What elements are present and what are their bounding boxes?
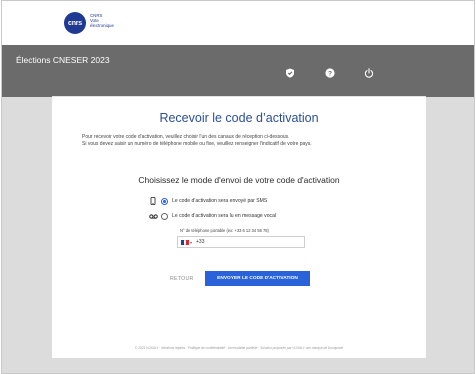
option-sms-label: Le code d'activation sera envoyé par SMS bbox=[172, 198, 268, 204]
voicemail-icon bbox=[148, 211, 158, 221]
intro-line-2: Si vous devez saisir un numéro de téléph… bbox=[82, 141, 312, 147]
card-title: Recevoir le code d’activation bbox=[159, 111, 319, 125]
radio-sms[interactable] bbox=[161, 197, 168, 205]
shield-check-icon[interactable] bbox=[284, 67, 296, 79]
phone-prefix-value: +33 bbox=[196, 239, 205, 245]
mobile-phone-icon bbox=[148, 196, 158, 206]
back-button[interactable]: RETOUR bbox=[170, 276, 194, 282]
logo-caption: CNRS Vote électronique bbox=[90, 13, 130, 28]
cnrs-logo: cnrs bbox=[64, 12, 86, 34]
help-icon[interactable]: ? bbox=[324, 67, 336, 79]
phone-field-label: N° de téléphone portable (ex: +33 6 12 3… bbox=[180, 228, 269, 233]
delivery-mode-title: Choisissez le mode d'envoi de votre code… bbox=[138, 175, 340, 185]
election-title: Élections CNESER 2023 bbox=[16, 55, 110, 65]
browser-frame: cnrs CNRS Vote électronique Élections CN… bbox=[1, 0, 475, 374]
logo-bar: cnrs CNRS Vote électronique bbox=[2, 1, 474, 45]
svg-text:?: ? bbox=[328, 70, 332, 77]
option-sms[interactable]: Le code d'activation sera envoyé par SMS bbox=[148, 196, 267, 206]
send-activation-code-button[interactable]: ENVOYER LE CODE D'ACTIVATION bbox=[205, 271, 310, 286]
france-flag-icon[interactable] bbox=[181, 239, 190, 245]
intro-line-1: Pour recevoir votre code d'activation, v… bbox=[82, 134, 290, 140]
option-voice[interactable]: Le code d'activation sera lu en message … bbox=[148, 211, 276, 221]
card-intro: Pour recevoir votre code d'activation, v… bbox=[82, 134, 412, 148]
power-icon[interactable] bbox=[363, 67, 375, 79]
footer-links: © 2023 VOXALY · Mentions légales · Polit… bbox=[134, 346, 344, 350]
radio-voice[interactable] bbox=[161, 212, 168, 220]
logo-line-3: électronique bbox=[90, 23, 114, 28]
country-dropdown-icon[interactable]: ▾ bbox=[190, 240, 192, 245]
header-band: Élections CNESER 2023 ? bbox=[2, 45, 474, 97]
option-voice-label: Le code d'activation sera lu en message … bbox=[172, 213, 277, 219]
phone-number-input[interactable]: ▾ +33 bbox=[177, 236, 305, 248]
activation-card: Recevoir le code d’activation Pour recev… bbox=[52, 96, 426, 358]
